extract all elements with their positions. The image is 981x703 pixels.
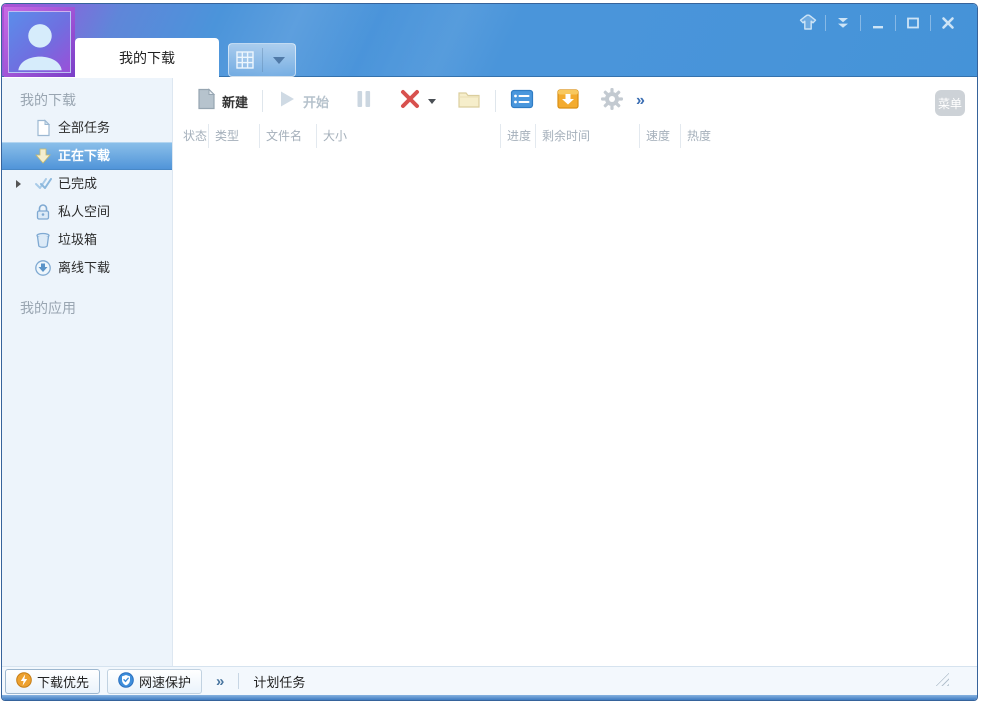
collapse-double-chevron-icon[interactable] [828, 12, 858, 34]
download-box-icon [556, 88, 580, 115]
grid-tabs-icon[interactable] [229, 44, 262, 76]
speed-protect-label: 网速保护 [139, 674, 192, 690]
menu-ghost-button[interactable]: 菜单 [935, 90, 965, 116]
desktop-background: 我的下载 我的下载 全部任务 正在下载 已完成 私人空间 垃圾箱 离线下载 我的… [0, 0, 981, 703]
toolbar-more-button[interactable]: » [630, 92, 651, 110]
maximize-icon[interactable] [898, 12, 928, 34]
column-heat[interactable]: 热度 [680, 124, 711, 148]
scheduled-tasks-button[interactable]: 计划任务 [253, 672, 305, 691]
settings-button[interactable] [594, 83, 630, 120]
sidebar-item-label: 垃圾箱 [58, 232, 98, 247]
tab-my-downloads[interactable]: 我的下载 [75, 38, 219, 77]
download-priority-label: 下载优先 [37, 674, 90, 690]
shield-icon [118, 671, 134, 691]
sidebar-item-label: 全部任务 [58, 120, 111, 135]
column-speed[interactable]: 速度 [639, 124, 670, 148]
lock-icon [34, 203, 52, 221]
toolbar: 新建 开始 » 菜单 [174, 82, 977, 120]
task-list-area [174, 148, 977, 666]
dropdown-caret-icon[interactable] [263, 44, 296, 76]
expand-triangle-icon[interactable] [16, 180, 21, 188]
content-area: 新建 开始 » 菜单 状态 类型 文件名 大小 进度 剩余时间 速度 热度 [174, 78, 977, 666]
sidebar-item-downloading[interactable]: 正在下载 [2, 142, 172, 170]
tab-label: 我的下载 [119, 49, 175, 66]
delete-x-icon [399, 89, 421, 114]
statusbar: 下载优先 网速保护 » 计划任务 [2, 666, 977, 695]
delete-button[interactable] [393, 85, 443, 118]
statusbar-divider [238, 673, 240, 689]
speed-protect-button[interactable]: 网速保护 [107, 668, 203, 694]
column-type[interactable]: 类型 [208, 124, 239, 148]
user-avatar-icon [8, 11, 71, 73]
sidebar-item-all-tasks[interactable]: 全部任务 [2, 114, 172, 142]
download-priority-button[interactable]: 下载优先 [5, 668, 101, 694]
sidebar-item-completed[interactable]: 已完成 [2, 170, 172, 198]
sidebar-item-offline-download[interactable]: 离线下载 [2, 254, 172, 282]
start-label: 开始 [303, 94, 330, 110]
lightning-icon [16, 671, 32, 691]
task-panel-button[interactable] [504, 85, 540, 118]
sidebar-section-my-apps: 我的应用 [20, 300, 76, 316]
skin-shirt-icon[interactable] [793, 12, 823, 34]
column-remaining[interactable]: 剩余时间 [535, 124, 590, 148]
titlebar: 我的下载 [2, 4, 977, 77]
app-window: 我的下载 我的下载 全部任务 正在下载 已完成 私人空间 垃圾箱 离线下载 我的… [1, 3, 978, 701]
list-column-header: 状态 类型 文件名 大小 进度 剩余时间 速度 热度 [174, 124, 977, 148]
new-task-button[interactable]: 新建 [190, 84, 254, 119]
open-folder-button[interactable] [451, 85, 487, 118]
offline-download-icon [34, 259, 52, 277]
sidebar-section-my-downloads: 我的下载 [20, 92, 76, 108]
double-check-icon [34, 175, 52, 193]
column-size[interactable]: 大小 [316, 124, 347, 148]
statusbar-more-button[interactable]: » [216, 673, 224, 690]
column-filename[interactable]: 文件名 [259, 124, 302, 148]
window-bottom-edge [2, 695, 977, 700]
column-status[interactable]: 状态 [177, 124, 207, 148]
window-controls [793, 11, 963, 35]
download-box-button[interactable] [550, 84, 586, 119]
folder-icon [457, 89, 481, 114]
sidebar-item-label: 离线下载 [58, 260, 111, 275]
start-play-icon [277, 89, 297, 114]
delete-caret-icon[interactable] [427, 92, 437, 110]
user-avatar[interactable] [4, 7, 75, 77]
tab-switcher-button[interactable] [228, 43, 296, 77]
document-icon [34, 119, 52, 137]
close-icon[interactable] [933, 12, 963, 34]
new-task-label: 新建 [222, 94, 249, 110]
download-arrow-icon [34, 147, 52, 165]
column-progress[interactable]: 进度 [500, 124, 531, 148]
start-button[interactable]: 开始 [271, 85, 335, 118]
pause-button[interactable] [349, 85, 379, 118]
sidebar-item-trash[interactable]: 垃圾箱 [2, 226, 172, 254]
task-panel-icon [510, 89, 534, 114]
resize-grip[interactable] [934, 672, 949, 686]
minimize-icon[interactable] [863, 12, 893, 34]
main-area: 我的下载 全部任务 正在下载 已完成 私人空间 垃圾箱 离线下载 我的应用 新建… [2, 78, 977, 666]
sidebar-item-label: 正在下载 [58, 148, 111, 163]
sidebar-item-private-space[interactable]: 私人空间 [2, 198, 172, 226]
sidebar: 我的下载 全部任务 正在下载 已完成 私人空间 垃圾箱 离线下载 我的应用 [2, 78, 173, 666]
sidebar-item-label: 已完成 [58, 176, 98, 191]
pause-icon [355, 89, 373, 114]
trash-icon [34, 231, 52, 249]
new-document-icon [196, 87, 216, 115]
sidebar-item-label: 私人空间 [58, 204, 111, 219]
settings-gear-icon [600, 87, 624, 116]
